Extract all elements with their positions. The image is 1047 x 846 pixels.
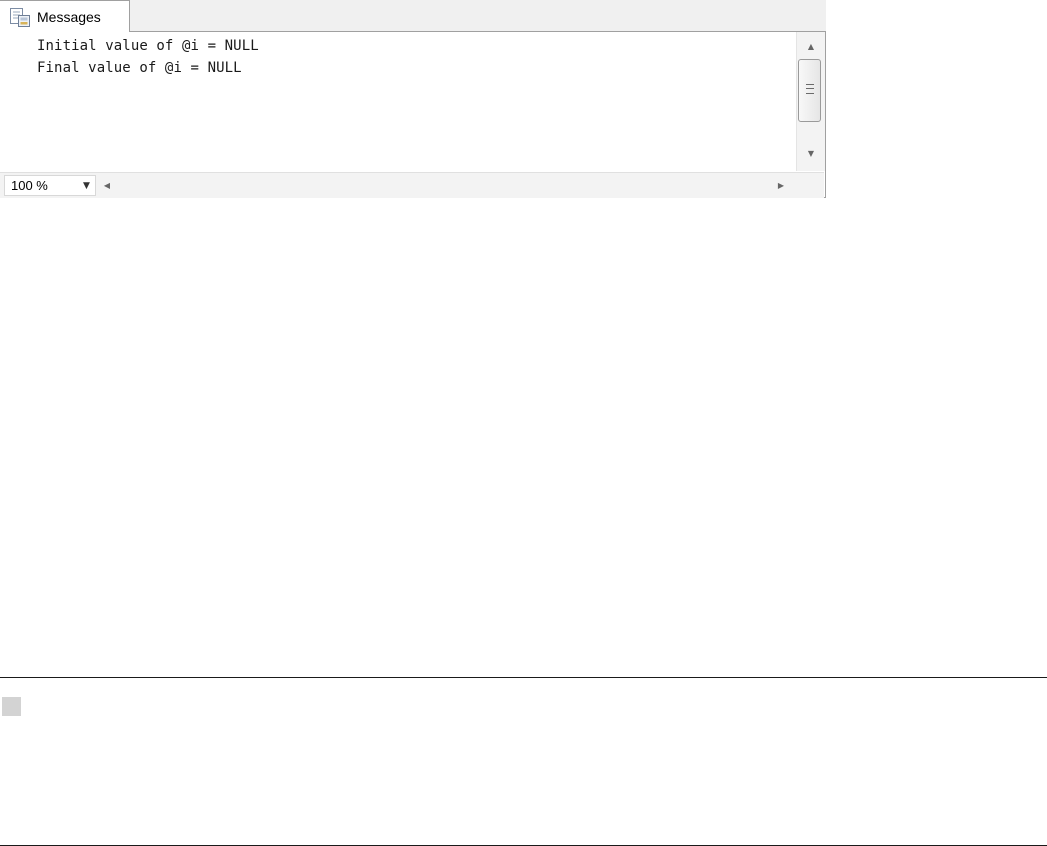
vertical-scrollbar[interactable]: ▲ ▼ xyxy=(796,32,825,171)
zoom-dropdown[interactable]: 100 % ▼ xyxy=(4,175,96,196)
status-bar: 100 % ▼ ◀ ▶ xyxy=(0,172,824,198)
zoom-value: 100 % xyxy=(11,178,48,193)
tab-messages-label: Messages xyxy=(37,8,101,25)
vertical-scroll-thumb[interactable] xyxy=(798,59,821,122)
horizontal-scrollbar[interactable]: ◀ ▶ xyxy=(97,173,795,198)
messages-output[interactable]: Initial value of @i = NULL Final value o… xyxy=(0,32,795,172)
arrow-down-icon[interactable]: ▼ xyxy=(797,143,825,165)
output-line: Final value of @i = NULL xyxy=(37,60,242,76)
placeholder-square xyxy=(2,697,21,716)
output-line: Initial value of @i = NULL xyxy=(37,38,259,54)
messages-document-icon xyxy=(9,6,31,28)
results-pane: Messages Initial value of @i = NULL Fina… xyxy=(0,0,826,198)
tab-messages[interactable]: Messages xyxy=(0,0,130,32)
arrow-up-icon[interactable]: ▲ xyxy=(797,36,825,58)
chevron-down-icon[interactable]: ▼ xyxy=(83,178,90,194)
arrow-left-icon[interactable]: ◀ xyxy=(97,173,117,198)
separator-line xyxy=(0,677,1047,678)
messages-body: Initial value of @i = NULL Final value o… xyxy=(0,31,826,198)
grip-icon xyxy=(806,84,814,94)
arrow-right-icon[interactable]: ▶ xyxy=(771,173,791,198)
